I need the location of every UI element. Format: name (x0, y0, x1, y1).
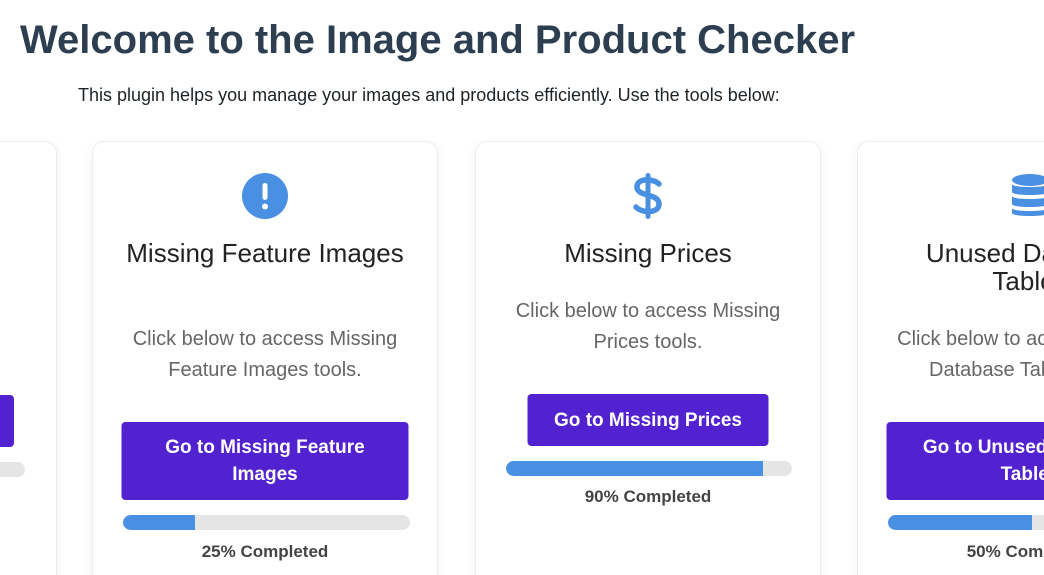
progress-label: 25% Completed (201, 542, 329, 561)
tool-card-description: Click below to access Missing Feature Im… (132, 328, 398, 381)
page-title: Welcome to the Image and Product Checker (20, 18, 856, 62)
go-to-unused-database-tables-button[interactable]: Go to Unused Database Tables (886, 422, 1044, 500)
tool-card-missing-prices: Missing Prices Click below to access Mis… (475, 141, 821, 575)
progress-label: 90% Completed (584, 487, 712, 506)
go-to-missing-prices-button[interactable]: Go to Missing Prices (527, 394, 769, 446)
tool-card-unused-database-tables: Unused Database Tables Click below to ac… (857, 141, 1044, 575)
tool-cards: Missing Feature Images Click below to ac… (0, 141, 1044, 575)
page-subtitle: This plugin helps you manage your images… (78, 85, 780, 105)
tool-card-description: Click below to access Missing Prices too… (515, 300, 781, 353)
exclamation-circle-icon (241, 172, 289, 220)
progress-bar (888, 515, 1044, 530)
tool-card-missing-feature-images: Missing Feature Images Click below to ac… (92, 141, 438, 575)
dollar-icon (624, 172, 672, 220)
tool-card-description: Click below to access Unused Database Ta… (897, 328, 1044, 381)
tool-card-title: Missing Feature Images (126, 238, 404, 268)
progress-bar (0, 462, 25, 477)
progress-bar (506, 461, 792, 476)
tool-card-title: Missing Prices (564, 238, 732, 268)
progress-bar-fill (888, 515, 1032, 530)
go-to-missing-feature-images-button[interactable]: Go to Missing Feature Images (121, 422, 409, 500)
tool-card-title: Unused Database Tables (925, 238, 1044, 296)
progress-label: 50% Completed (966, 542, 1044, 561)
progress-bar-fill (506, 461, 764, 476)
database-icon (1006, 172, 1044, 220)
progress-bar-fill (123, 515, 195, 530)
tool-card-button[interactable] (0, 395, 14, 447)
progress-bar (123, 515, 410, 530)
tool-card-partial-left (0, 141, 57, 575)
